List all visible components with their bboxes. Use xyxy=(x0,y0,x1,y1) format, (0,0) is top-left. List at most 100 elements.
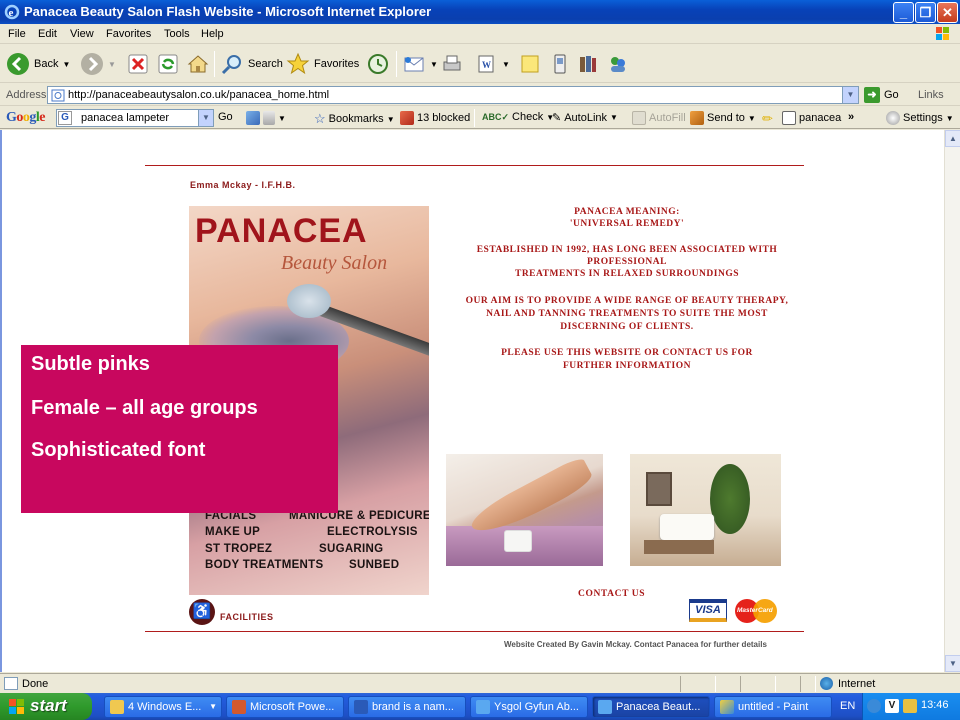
google-search-web-button[interactable]: ▼ xyxy=(246,111,286,125)
close-button[interactable]: ✕ xyxy=(937,2,958,23)
links-label[interactable]: Links xyxy=(918,89,944,101)
chevron-down-icon: ▼ xyxy=(747,113,756,123)
window-title-bar[interactable]: e Panacea Beauty Salon Flash Website - M… xyxy=(0,0,960,24)
start-label: start xyxy=(30,696,67,715)
taskbar-label: Ysgol Gyfun Ab... xyxy=(494,701,579,713)
menu-view[interactable]: View xyxy=(70,28,94,40)
taskbar-button[interactable]: 4 Windows E... ▼ xyxy=(104,696,222,718)
svg-text:e: e xyxy=(9,7,14,19)
refresh-button[interactable] xyxy=(156,50,180,78)
home-button[interactable] xyxy=(186,50,210,78)
favorites-label: Favorites xyxy=(314,58,360,70)
forward-button[interactable]: ▼ xyxy=(80,50,116,78)
status-pane xyxy=(740,676,776,692)
google-go-button[interactable]: Go xyxy=(218,111,233,123)
search-term-button[interactable]: panacea xyxy=(782,111,841,125)
google-logo: Google xyxy=(6,110,45,125)
send-to-button[interactable]: Send to ▼ xyxy=(690,111,756,125)
taskbar-button[interactable]: Ysgol Gyfun Ab... xyxy=(470,696,588,718)
form-icon xyxy=(632,111,646,125)
edit-button[interactable]: W ▼ xyxy=(474,50,510,78)
address-url: http://panaceabeautysalon.co.uk/panacea_… xyxy=(68,89,330,101)
chevron-down-icon[interactable]: ▼ xyxy=(278,114,286,123)
service-link[interactable]: SUNBED xyxy=(349,559,399,571)
menu-help[interactable]: Help xyxy=(201,28,224,40)
pagerank-icon xyxy=(263,111,275,125)
stop-icon xyxy=(128,54,148,74)
autofill-button[interactable]: AutoFill xyxy=(632,111,686,125)
menu-favorites[interactable]: Favorites xyxy=(106,28,151,40)
address-input[interactable]: http://panaceabeautysalon.co.uk/panacea_… xyxy=(47,86,859,104)
messenger-users-button[interactable] xyxy=(606,50,630,78)
chevron-down-icon[interactable]: ▼ xyxy=(198,110,213,126)
chevron-down-icon[interactable]: ▼ xyxy=(62,60,70,69)
menu-edit[interactable]: Edit xyxy=(38,28,57,40)
vertical-scrollbar[interactable]: ▲ ▼ xyxy=(944,130,960,672)
clock[interactable]: 13:46 xyxy=(921,699,949,711)
taskbar-button[interactable]: brand is a nam... xyxy=(348,696,466,718)
treatment-photo xyxy=(446,454,603,566)
taskbar-button[interactable]: Microsoft Powe... xyxy=(226,696,344,718)
antivirus-icon[interactable]: V xyxy=(885,699,899,713)
start-button[interactable]: start xyxy=(0,693,92,720)
service-link[interactable]: MAKE UP xyxy=(205,526,260,538)
mail-icon xyxy=(404,57,424,72)
go-button[interactable]: ➜ Go xyxy=(864,87,899,103)
service-link[interactable]: ST TROPEZ xyxy=(205,543,272,555)
chevron-down-icon[interactable]: ▼ xyxy=(842,87,858,103)
autolink-label: AutoLink xyxy=(564,111,608,124)
stop-button[interactable] xyxy=(126,50,150,78)
bookmarks-label: Bookmarks xyxy=(328,113,384,125)
toolbar-overflow-button[interactable]: » xyxy=(848,111,854,123)
star-outline-icon: ☆ xyxy=(314,111,326,126)
taskbar-label: brand is a nam... xyxy=(372,701,454,713)
menu-tools[interactable]: Tools xyxy=(164,28,190,40)
service-link[interactable]: SUGARING xyxy=(319,543,383,555)
go-label: Go xyxy=(884,89,899,101)
contact-us-link[interactable]: CONTACT US xyxy=(578,589,645,599)
settings-button[interactable]: Settings ▼ xyxy=(886,111,954,125)
wheelchair-icon[interactable]: ♿ xyxy=(189,599,215,625)
search-web-icon xyxy=(246,111,260,125)
chevron-down-icon[interactable]: ▼ xyxy=(502,60,510,69)
minimize-button[interactable]: _ xyxy=(893,2,914,23)
google-g-icon[interactable]: G xyxy=(58,111,72,125)
service-link[interactable]: ELECTROLYSIS xyxy=(327,526,418,538)
scroll-up-button[interactable]: ▲ xyxy=(945,130,960,147)
service-link[interactable]: BODY TREATMENTS xyxy=(205,559,323,571)
taskbar-label: untitled - Paint xyxy=(738,701,809,713)
printer-icon xyxy=(443,55,461,71)
history-button[interactable] xyxy=(366,50,390,78)
favorites-button[interactable]: Favorites xyxy=(286,50,359,78)
highlight-button[interactable]: ✏ xyxy=(762,111,773,127)
mail-button[interactable]: ▼ xyxy=(402,50,438,78)
home-icon xyxy=(187,55,209,73)
language-indicator[interactable]: EN xyxy=(840,700,855,712)
spell-check-button[interactable]: ABC✓ Check ▼ xyxy=(482,111,554,123)
table-graphic xyxy=(644,540,714,554)
refresh-icon xyxy=(158,54,178,74)
menu-file[interactable]: File xyxy=(8,28,26,40)
search-button[interactable]: Search xyxy=(220,50,283,78)
print-button[interactable] xyxy=(440,50,464,78)
maximize-button[interactable]: ❐ xyxy=(915,2,936,23)
windows-logo-icon xyxy=(936,27,949,40)
research-button[interactable] xyxy=(576,50,600,78)
autolink-button[interactable]: ✎ AutoLink ▼ xyxy=(552,111,618,125)
facilities-link[interactable]: FACILITIES xyxy=(220,612,274,622)
tray-app-icon[interactable] xyxy=(903,699,917,713)
network-icon[interactable] xyxy=(867,699,881,713)
status-pane xyxy=(680,676,716,692)
scroll-down-button[interactable]: ▼ xyxy=(945,655,960,672)
bookmarks-button[interactable]: ☆ Bookmarks ▼ xyxy=(314,111,395,127)
discuss-button[interactable] xyxy=(518,50,542,78)
chevron-down-icon[interactable]: ▼ xyxy=(108,60,116,69)
taskbar-button[interactable]: Panacea Beaut... xyxy=(592,696,710,718)
back-button[interactable]: Back ▼ xyxy=(6,50,70,78)
chevron-down-icon[interactable]: ▼ xyxy=(430,60,438,69)
google-toolbar: Google G panacea lampeter ▼ Go ▼ ☆ Bookm… xyxy=(0,107,960,129)
google-search-input[interactable]: G panacea lampeter ▼ xyxy=(56,109,214,127)
messenger-button[interactable] xyxy=(548,50,572,78)
taskbar-button[interactable]: untitled - Paint xyxy=(714,696,832,718)
popup-blocker-button[interactable]: 13 blocked xyxy=(400,111,470,125)
